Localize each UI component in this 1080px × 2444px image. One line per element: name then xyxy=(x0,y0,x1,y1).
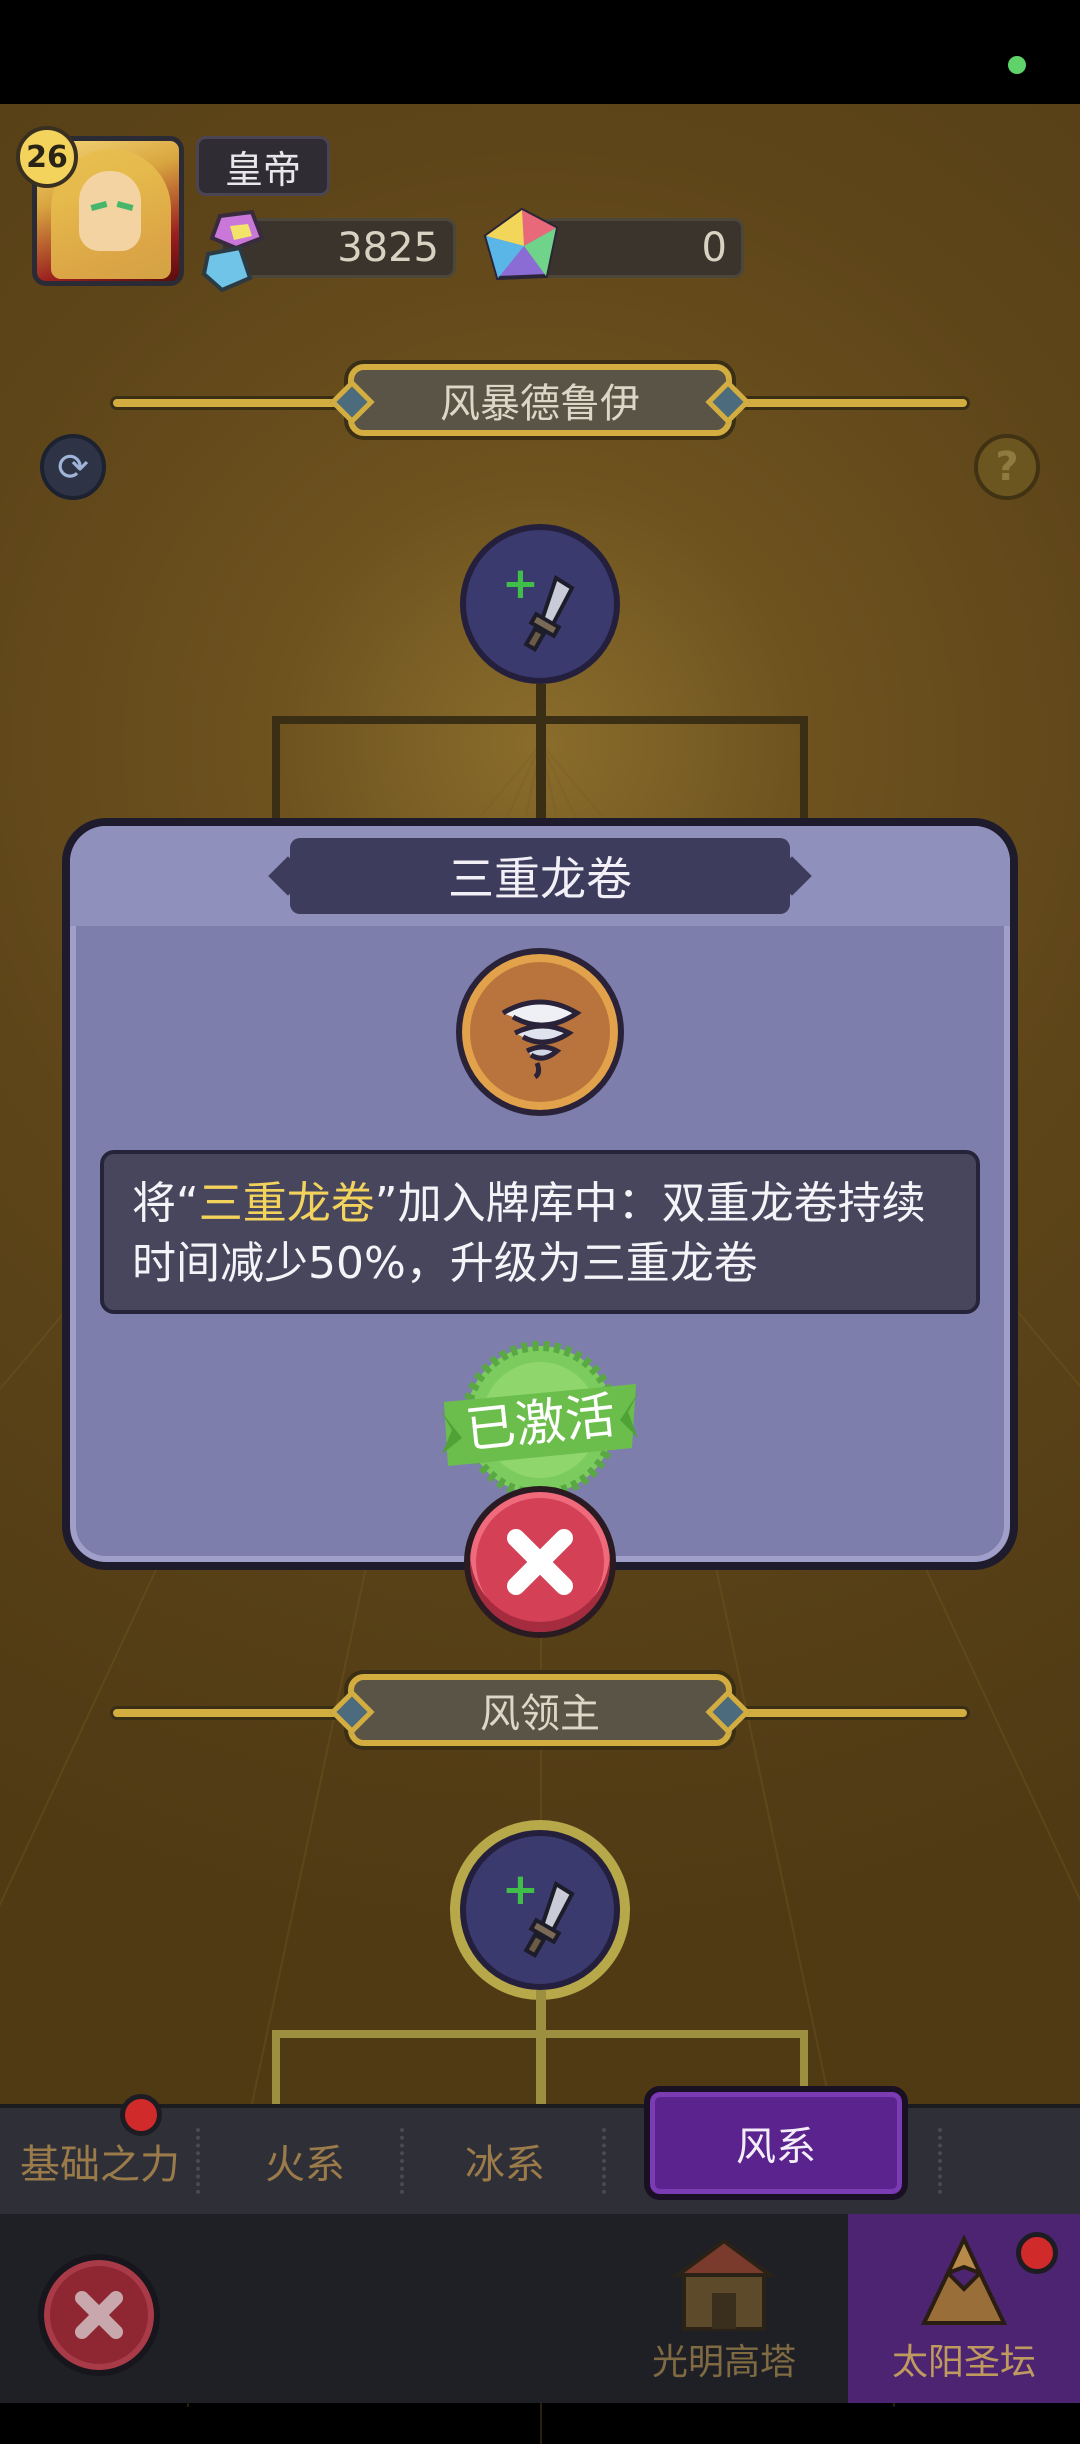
section-title: 风领主 xyxy=(480,1691,600,1737)
tab-divider xyxy=(938,2128,946,2194)
tab-label: 基础之力 xyxy=(20,2142,180,2188)
status-bar xyxy=(0,0,1080,104)
refresh-icon: ⟳ xyxy=(57,445,89,489)
skill-node-attack-top[interactable]: + xyxy=(460,524,620,684)
tree-connector xyxy=(272,2030,280,2104)
desc-skill-name: 三重龙卷 xyxy=(198,1178,375,1229)
tab-wind-active[interactable]: 风系 xyxy=(644,2086,908,2200)
close-dialog-button[interactable] xyxy=(464,1486,616,1638)
tornado-icon xyxy=(501,999,582,1080)
section-banner-wind-lord: 风领主 xyxy=(348,1674,732,1746)
gem-icon xyxy=(201,209,265,293)
tab-label: 冰系 xyxy=(465,2142,545,2188)
close-icon xyxy=(507,1529,573,1595)
player-name: 皇帝 xyxy=(196,136,330,196)
tree-connector xyxy=(272,716,808,724)
tab-basic-power[interactable]: 基础之力 xyxy=(10,2130,190,2192)
section-banner-storm-druid: 风暴德鲁伊 xyxy=(348,364,732,436)
tree-connector xyxy=(800,716,808,826)
player-level-badge: 26 xyxy=(16,126,78,188)
altar-icon xyxy=(920,2234,1008,2325)
tab-label: 火系 xyxy=(265,2142,345,2188)
tree-connector xyxy=(536,684,546,824)
close-icon xyxy=(75,2291,123,2339)
tab-divider xyxy=(602,2128,610,2194)
crystal-count: 0 xyxy=(701,225,727,271)
skill-description: 将“三重龙卷”加入牌库中：双重龙卷持续时间减少50%，升级为三重龙卷 xyxy=(100,1150,980,1314)
nav-bright-tower[interactable]: 光明高塔 xyxy=(640,2214,808,2403)
tower-icon xyxy=(671,2238,777,2331)
sword-icon xyxy=(523,1880,575,1959)
tree-connector xyxy=(272,2030,808,2038)
notification-dot xyxy=(120,2094,162,2136)
refresh-button[interactable]: ⟳ xyxy=(40,434,106,500)
tornado-skill-icon xyxy=(456,948,624,1116)
sword-icon xyxy=(523,574,575,653)
tab-label: 风系 xyxy=(736,2124,816,2170)
dialog-title-text: 三重龙卷 xyxy=(448,852,632,906)
tab-fire[interactable]: 火系 xyxy=(210,2130,400,2192)
dialog-title: 三重龙卷 xyxy=(290,838,790,914)
skill-node-attack-bottom[interactable]: + xyxy=(460,1830,620,1990)
tree-connector xyxy=(536,1990,546,2104)
tree-connector xyxy=(272,716,280,826)
rainbow-crystal-icon xyxy=(483,207,559,281)
crystal-counter: 0 xyxy=(540,218,744,278)
exit-button[interactable] xyxy=(38,2254,160,2376)
help-button[interactable]: ? xyxy=(974,434,1040,500)
gem-count: 3825 xyxy=(337,225,439,271)
desc-prefix: 将“ xyxy=(132,1178,199,1229)
tab-divider xyxy=(400,2128,408,2194)
tab-ice[interactable]: 冰系 xyxy=(410,2130,600,2192)
tab-divider xyxy=(196,2128,204,2194)
privacy-indicator-dot xyxy=(1008,56,1026,74)
help-icon: ? xyxy=(995,444,1019,490)
notification-dot xyxy=(1016,2232,1058,2274)
section-title: 风暴德鲁伊 xyxy=(440,381,640,427)
nav-label: 光明高塔 xyxy=(651,2342,796,2383)
nav-label: 太阳圣坛 xyxy=(891,2342,1036,2383)
